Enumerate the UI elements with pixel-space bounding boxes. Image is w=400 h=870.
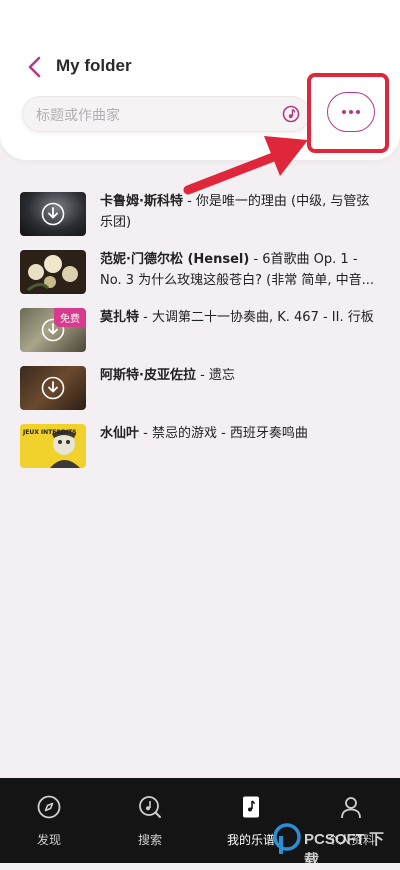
thumbnail (20, 366, 86, 410)
download-icon[interactable] (41, 376, 65, 400)
composer-name: 卡鲁姆·斯科特 (100, 194, 183, 209)
score-book-icon (243, 796, 259, 818)
page-title: My folder (56, 56, 132, 75)
thumbnail: 免费 (20, 308, 86, 352)
back-chevron-icon[interactable] (22, 54, 48, 80)
tab-discover[interactable]: 发现 (14, 794, 84, 848)
watermark-text: PCSOFT 下载 (304, 831, 385, 869)
list-item[interactable]: 范妮·门德尔松 (Hensel) - 6首歌曲 Op. 1 - No. 3 为什… (20, 250, 380, 296)
poster-text: JEUX INTERDITS (22, 429, 77, 436)
tab-label: 搜索 (137, 833, 162, 847)
composer-name: 水仙叶 (100, 426, 140, 441)
poster-image: JEUX INTERDITS (22, 429, 80, 468)
tab-label: 发现 (36, 833, 61, 847)
score-title: - 大调第二十一协奏曲, K. 467 - II. 行板 (139, 310, 374, 325)
list-item[interactable]: JEUX INTERDITS 水仙叶 - 禁忌的游戏 - 西班牙奏鸣曲 (20, 424, 380, 470)
watermark-logo-icon (273, 823, 301, 854)
search-music-icon (139, 796, 161, 818)
profile-icon (341, 797, 361, 819)
list-item-text: 阿斯特·皮亚佐拉 - 遗忘 (100, 365, 380, 386)
tab-search[interactable]: 搜索 (115, 794, 185, 848)
search-placeholder: 标题或作曲家 (36, 108, 120, 124)
list-item[interactable]: 免费 莫扎特 - 大调第二十一协奏曲, K. 467 - II. 行板 (20, 308, 380, 354)
free-badge: 免费 (54, 308, 86, 327)
download-icon[interactable] (41, 202, 65, 226)
annotation-arrow-icon (183, 136, 308, 195)
composer-name: 莫扎特 (100, 310, 140, 325)
list-item[interactable]: 阿斯特·皮亚佐拉 - 遗忘 (20, 366, 380, 412)
thumbnail (20, 250, 86, 294)
composer-name: 阿斯特·皮亚佐拉 (100, 368, 196, 383)
thumbnail (20, 192, 86, 236)
list-item-text: 范妮·门德尔松 (Hensel) - 6首歌曲 Op. 1 - No. 3 为什… (100, 249, 380, 291)
compass-icon (37, 795, 61, 819)
thumbnail: JEUX INTERDITS (20, 424, 86, 468)
score-title: - 遗忘 (195, 368, 235, 383)
composer-name: 范妮·门德尔松 (Hensel) (100, 252, 250, 267)
score-title: - 禁忌的游戏 - 西班牙奏鸣曲 (139, 426, 308, 441)
list-item-text: 卡鲁姆·斯科特 - 你是唯一的理由 (中级, 与管弦乐团) (100, 191, 380, 233)
watermark: PCSOFT 下载 (272, 822, 398, 869)
list-item-text: 莫扎特 - 大调第二十一协奏曲, K. 467 - II. 行板 (100, 307, 380, 328)
flowers-image (27, 255, 78, 292)
list-item-text: 水仙叶 - 禁忌的游戏 - 西班牙奏鸣曲 (100, 423, 380, 444)
list-item[interactable]: 卡鲁姆·斯科特 - 你是唯一的理由 (中级, 与管弦乐团) (20, 192, 380, 238)
